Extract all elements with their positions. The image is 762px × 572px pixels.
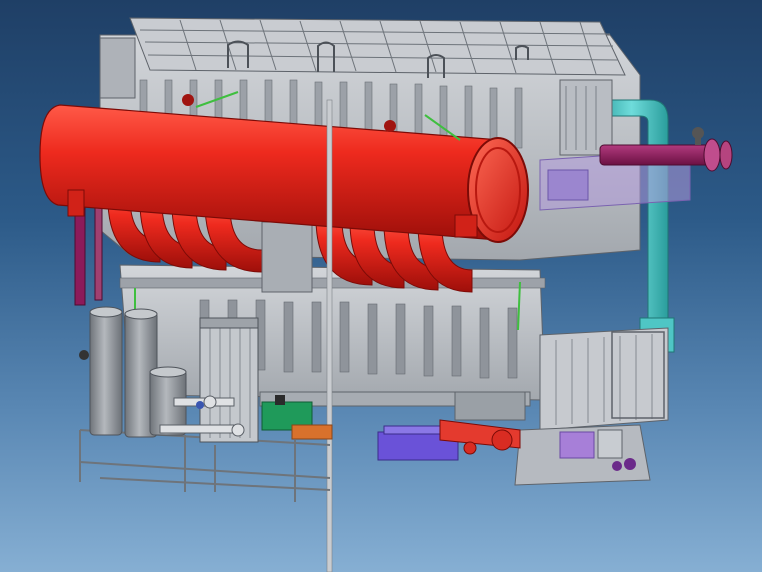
valve-icon — [79, 350, 89, 360]
flange-icon — [182, 94, 194, 106]
cad-viewport — [0, 0, 762, 572]
flange-icon — [384, 120, 396, 132]
pump-icon — [559, 431, 595, 459]
valve-icon — [196, 401, 204, 409]
chiller-render — [39, 17, 733, 572]
vertical-rod — [326, 99, 333, 572]
